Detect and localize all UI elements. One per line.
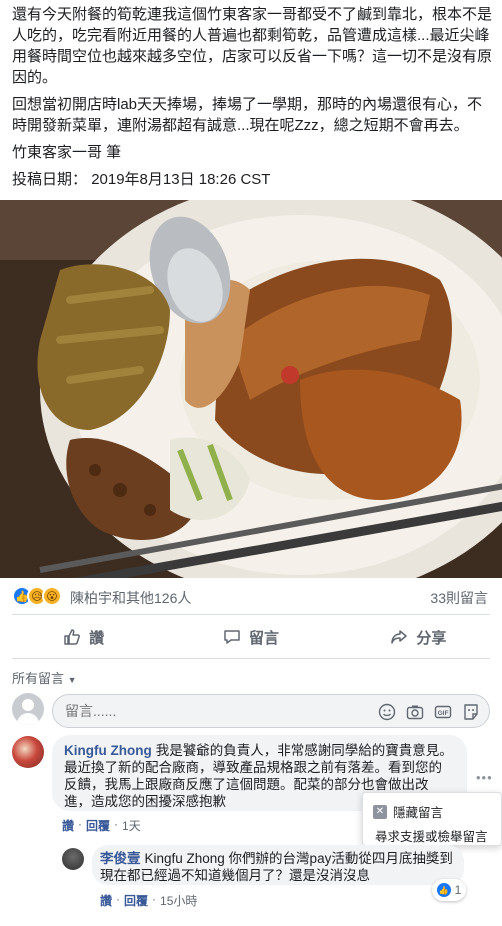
divider <box>12 614 490 615</box>
share-button[interactable]: 分享 <box>335 620 502 654</box>
comment-reply-link[interactable]: 回覆 <box>86 817 110 834</box>
comment-context-menu: ✕ 隱藏留言 尋求支援或檢舉留言 <box>362 792 502 846</box>
comment-label: 留言 <box>248 629 279 647</box>
comment-author[interactable]: Kingfu Zhong <box>64 743 152 758</box>
post-actions: 讚 留言 分享 <box>0 620 502 654</box>
caret-down-icon: ▼ <box>67 675 77 685</box>
separator: · <box>114 817 119 831</box>
wow-icon: 😮 <box>42 586 62 606</box>
gif-icon[interactable]: GIF <box>433 702 453 722</box>
like-icon: 👍 <box>436 883 451 897</box>
report-comment-item[interactable]: 尋求支援或檢舉留言 <box>375 826 488 845</box>
comment-time[interactable]: 1天 <box>122 817 141 834</box>
avatar[interactable] <box>12 693 44 725</box>
comment-icon <box>224 630 240 644</box>
divider <box>12 658 490 659</box>
comment-button[interactable]: 留言 <box>167 620 334 654</box>
reply-bubble: 李俊壹 Kingfu Zhong 你們辦的台灣pay活動從四月底抽獎到現在都已經過… <box>92 845 464 885</box>
comment-like-link[interactable]: 讚 <box>62 817 74 834</box>
hide-comment-label: 隱藏留言 <box>393 806 444 820</box>
like-button[interactable]: 讚 <box>0 620 167 654</box>
comment-meta: 讚 · 回覆 · 15小時 <box>100 892 197 909</box>
share-icon <box>391 630 408 644</box>
comment-time[interactable]: 15小時 <box>160 892 197 909</box>
reactions-bar: 👍 😥 😮 陳柏宇和其他126人 33則留言 <box>0 582 502 610</box>
thumbs-up-icon <box>64 629 81 645</box>
comment-filter[interactable]: 所有留言 ▼ <box>12 668 77 687</box>
post-date: 投稿日期： 2019年8月13日 18:26 CST <box>12 169 492 190</box>
camera-icon[interactable] <box>405 702 425 722</box>
comment-reply-link[interactable]: 回覆 <box>124 892 148 909</box>
comment-meta: 讚 · 回覆 · 1天 <box>62 817 141 834</box>
hide-icon: ✕ <box>373 804 387 819</box>
post-body: 還有今天附餐的筍乾連我這個竹東客家一哥都受不了鹹到靠北，根本不是人吃的，吃完看附… <box>12 4 492 196</box>
date-label: 投稿日期： <box>12 171 88 188</box>
reaction-names[interactable]: 陳柏宇和其他126人 <box>70 588 191 608</box>
date-value: 2019年8月13日 18:26 CST <box>91 171 271 188</box>
comment-like-link[interactable]: 讚 <box>100 892 112 909</box>
comment-input[interactable] <box>65 703 265 719</box>
sticker-icon[interactable] <box>461 702 481 722</box>
share-label: 分享 <box>416 629 447 647</box>
comment-count[interactable]: 33則留言 <box>430 588 488 608</box>
post-paragraph: 回想當初開店時lab天天捧場，捧場了一學期，那時的內場還很有心，不時開發新菜單，… <box>12 96 483 134</box>
avatar[interactable] <box>62 848 84 870</box>
report-comment-label: 尋求支援或檢舉留言 <box>375 830 488 844</box>
comment-composer: GIF <box>52 694 490 728</box>
reaction-icons[interactable]: 👍 😥 😮 <box>12 586 62 606</box>
reply-like-count[interactable]: 👍 1 <box>432 879 466 901</box>
separator: · <box>78 817 83 831</box>
emoji-icon[interactable] <box>377 702 397 722</box>
comment-text: Kingfu Zhong 你們辦的台灣pay活動從四月底抽獎到現在都已經過不知道… <box>100 851 453 883</box>
comment-author[interactable]: 李俊壹 <box>100 851 141 866</box>
separator: · <box>116 892 121 906</box>
like-label: 讚 <box>89 629 105 647</box>
post-paragraph: 還有今天附餐的筍乾連我這個竹東客家一哥都受不了鹹到靠北，根本不是人吃的，吃完看附… <box>12 6 493 86</box>
avatar[interactable] <box>12 736 44 768</box>
svg-text:GIF: GIF <box>438 710 449 717</box>
food-photo-illustration <box>0 200 502 578</box>
comment-filter-label: 所有留言 <box>12 671 65 686</box>
post-photo[interactable] <box>0 200 502 578</box>
more-options-icon[interactable]: ••• <box>476 770 493 785</box>
separator: · <box>152 892 157 906</box>
post-signature: 竹東客家一哥 筆 <box>12 144 122 161</box>
like-count: 1 <box>454 883 462 897</box>
hide-comment-item[interactable]: ✕ 隱藏留言 <box>373 802 443 821</box>
composer-icons: GIF <box>377 702 481 722</box>
